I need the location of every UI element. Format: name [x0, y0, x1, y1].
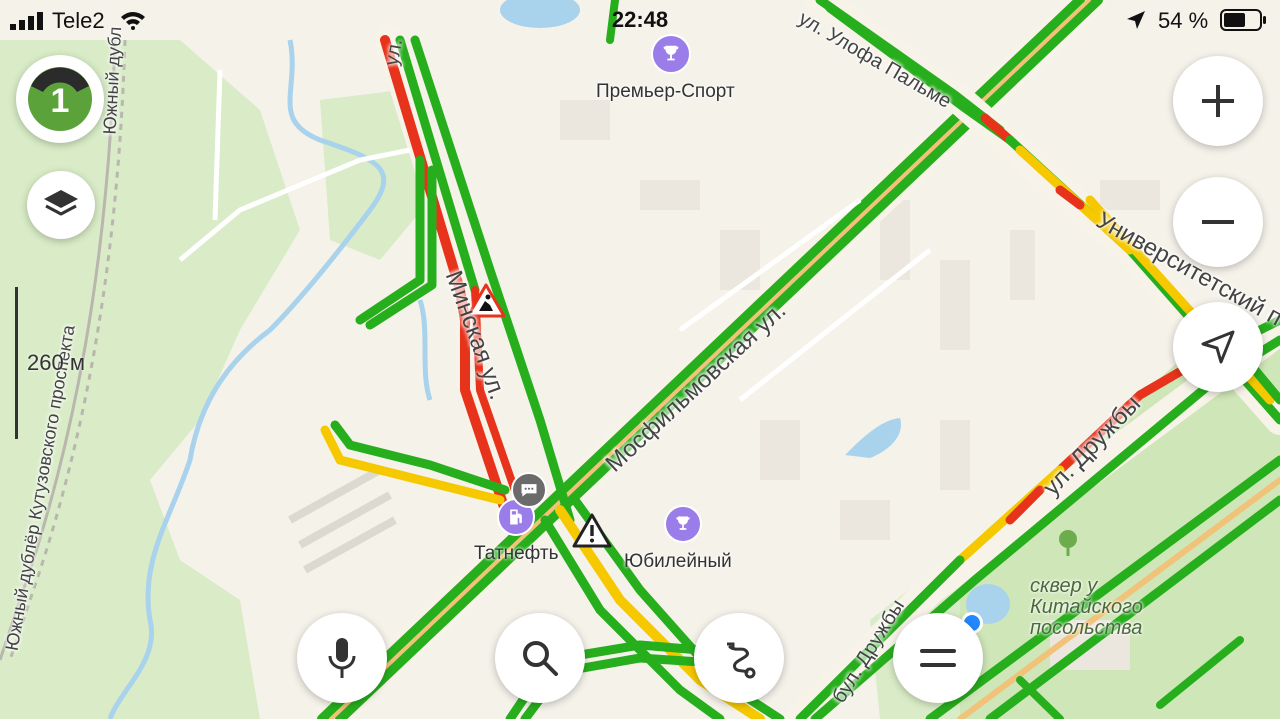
poi-label-tatneft: Татнефть: [474, 543, 559, 564]
warning-icon: [572, 513, 612, 548]
fuel-station-icon: [510, 509, 522, 525]
poi-premier-sport[interactable]: [651, 34, 691, 74]
park-label: сквер у Китайского посольства: [1030, 576, 1143, 639]
minus-icon: [1202, 220, 1234, 224]
park-label-line3: посольства: [1030, 617, 1143, 639]
layers-icon: [44, 190, 78, 216]
park-tree-marker: [1055, 528, 1081, 558]
poi-yubileyny[interactable]: [664, 505, 702, 543]
route-button[interactable]: [694, 613, 784, 703]
clock: 22:48: [611, 7, 669, 32]
voice-button[interactable]: [297, 613, 387, 703]
street-label-top: ул.: [380, 37, 407, 68]
zoom-in-button[interactable]: [1173, 56, 1263, 146]
layers-button[interactable]: [27, 171, 95, 239]
park-label-line2: Китайского: [1030, 596, 1143, 618]
park-label-line1: сквер у: [1030, 575, 1098, 597]
route-icon: [727, 642, 756, 679]
locate-button[interactable]: [1173, 302, 1263, 392]
traffic-level-number: 1: [50, 81, 70, 120]
scale-label: 260 м: [27, 350, 85, 375]
zoom-out-button[interactable]: [1173, 177, 1263, 267]
chat-bubble-icon: [521, 484, 537, 497]
search-icon: [523, 641, 558, 676]
poi-label-yubileyny: Юбилейный: [624, 551, 732, 572]
battery-icon: [1220, 9, 1268, 36]
menu-icon: [920, 649, 956, 667]
scale-bar: [15, 287, 18, 439]
trophy-icon: [663, 45, 679, 61]
plus-icon: [1202, 85, 1234, 117]
status-bar: Tele2 22:48 54 %: [0, 0, 1280, 40]
trophy-icon: [676, 516, 690, 530]
search-button[interactable]: [495, 613, 585, 703]
navigation-arrow-icon: [1201, 330, 1235, 364]
warning-sign[interactable]: [572, 513, 612, 549]
traffic-level-button[interactable]: 1: [16, 55, 104, 143]
microphone-icon: [328, 638, 356, 678]
poi-label-premier-sport: Премьер-Спорт: [596, 81, 735, 102]
battery-percent: 54 %: [1158, 8, 1209, 33]
tree-icon: [1059, 530, 1077, 556]
location-arrow-icon: [1126, 10, 1146, 35]
road-event-chat[interactable]: [511, 472, 547, 508]
menu-button[interactable]: [893, 613, 983, 703]
